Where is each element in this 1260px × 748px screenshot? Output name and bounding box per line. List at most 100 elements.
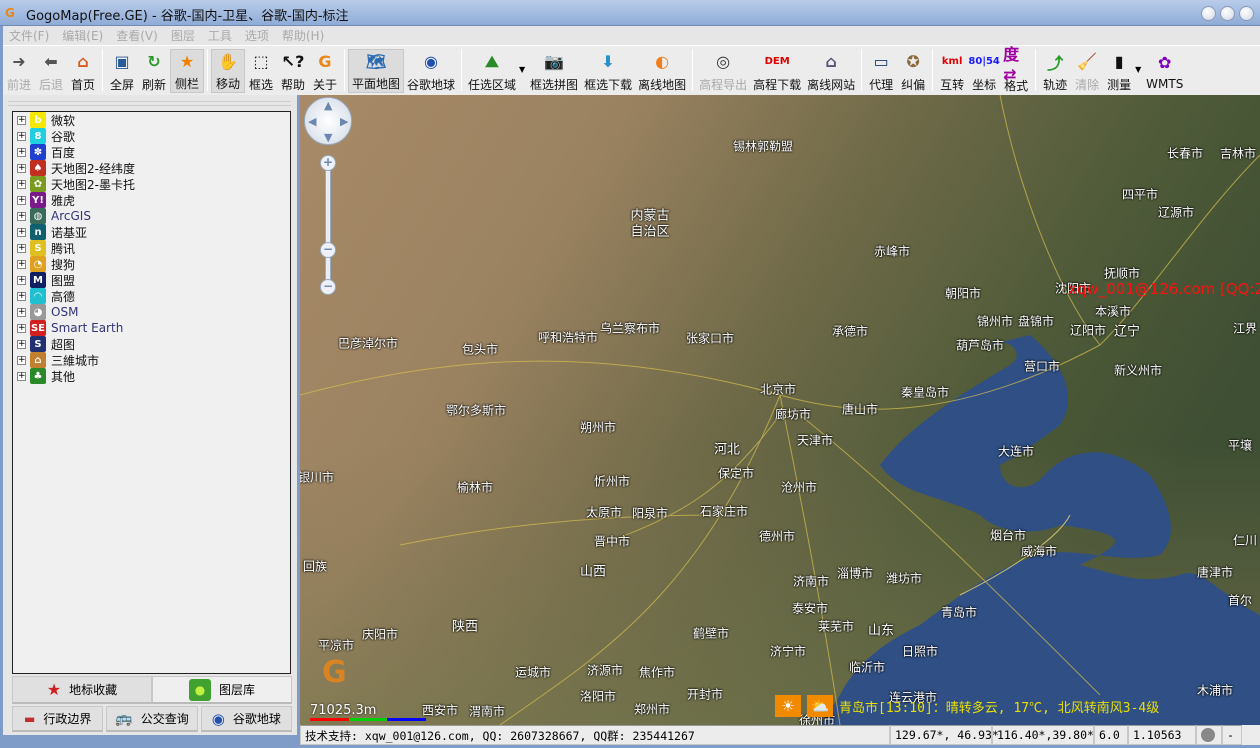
expand-icon[interactable]: + [17, 115, 26, 125]
tree-node[interactable]: + ♠ 天地图2-经纬度 [13, 160, 290, 176]
zoom-rail[interactable] [325, 165, 331, 285]
toolbar-button-28[interactable]: kml 互转 [936, 49, 968, 93]
expand-icon[interactable]: + [17, 259, 26, 269]
minimize-button[interactable] [1201, 6, 1216, 21]
toolbar-button-8[interactable]: ✋ 移动 [211, 49, 245, 93]
tree-node-label: 超图 [51, 337, 76, 352]
tree-node[interactable]: + ◠ 高德 [13, 288, 290, 304]
close-button[interactable] [1239, 6, 1254, 21]
menu-item[interactable]: 编辑(E) [56, 26, 110, 44]
tree-node[interactable]: + n 诺基亚 [13, 224, 290, 240]
dropdown-arrow-icon[interactable]: ▼ [1135, 65, 1143, 74]
menu-item[interactable]: 工具 [202, 26, 239, 44]
zoom-in-button[interactable]: + [320, 155, 336, 171]
toolbar-button-4[interactable]: ▣ 全屏 [106, 49, 138, 93]
pan-right-icon[interactable]: ▶ [340, 115, 348, 128]
toolbar-button-35[interactable]: ✿ WMTS [1143, 49, 1186, 93]
tab-admin-boundary[interactable]: ▬ 行政边界 [12, 706, 104, 732]
expand-icon[interactable]: + [17, 163, 26, 173]
tree-node[interactable]: + ⌂ 三維城市 [13, 352, 290, 368]
toolbar-button-34[interactable]: ▮ 测量 [1103, 49, 1135, 93]
sidebar-grip[interactable] [8, 101, 291, 106]
expand-icon[interactable]: + [17, 275, 26, 285]
tree-node[interactable]: + ◕ OSM [13, 304, 290, 320]
tab-bus-query[interactable]: 🚌 公交查询 [106, 706, 198, 732]
expand-icon[interactable]: + [17, 291, 26, 301]
toolbar-button-17[interactable]: 📷 框选拼图 [527, 49, 581, 93]
tree-node[interactable]: + ✿ 天地图2-墨卡托 [13, 176, 290, 192]
toolbar-button-22[interactable]: DEM 高程下载 [750, 49, 804, 93]
expand-icon[interactable]: + [17, 323, 26, 333]
pan-control[interactable]: ▲ ▼ ◀ ▶ [304, 97, 352, 145]
zoom-out-button[interactable]: − [320, 279, 336, 295]
expand-icon[interactable]: + [17, 227, 26, 237]
menu-item[interactable]: 图层 [165, 26, 202, 44]
toolbar-button-9[interactable]: ⬚ 框选 [245, 49, 277, 93]
toolbar-button-13[interactable]: 🗺 平面地图 [348, 49, 405, 93]
toolbar-button-10[interactable]: ↖? 帮助 [277, 49, 309, 93]
toolbar-button-30[interactable]: 度⇄ 格式 [1000, 45, 1032, 94]
expand-icon[interactable]: + [17, 243, 26, 253]
tree-node[interactable]: + M 图盟 [13, 272, 290, 288]
menu-item[interactable]: 选项 [239, 26, 276, 44]
toolbar-button-5[interactable]: ↻ 刷新 [138, 49, 170, 93]
tree-node[interactable]: + ♣ 其他 [13, 368, 290, 384]
tab-layers[interactable]: ● 图层库 [152, 676, 292, 704]
pan-left-icon[interactable]: ◀ [308, 115, 316, 128]
tree-node[interactable]: + S 腾讯 [13, 240, 290, 256]
expand-icon[interactable]: + [17, 355, 26, 365]
expand-icon[interactable]: + [17, 131, 26, 141]
tree-node[interactable]: + S 超图 [13, 336, 290, 352]
pan-up-icon[interactable]: ▲ [324, 99, 332, 112]
toolbar-button-26[interactable]: ✪ 纠偏 [897, 49, 929, 93]
expand-icon[interactable]: + [17, 211, 26, 221]
toolbar-button-29[interactable]: 80|54 坐标 [968, 49, 1000, 93]
city-label: 郑州市 [633, 702, 671, 717]
toolbar-button-25[interactable]: ▭ 代理 [865, 49, 897, 93]
tree-node[interactable]: + ✽ 百度 [13, 144, 290, 160]
maximize-button[interactable] [1220, 6, 1235, 21]
expand-icon[interactable]: + [17, 307, 26, 317]
city-label: 赤峰市 [873, 244, 911, 259]
map-view[interactable]: 锡林郭勒盟 内蒙古 自治区 赤峰市 长春市 吉林市 四平市 辽源市 抚顺市 沈阳市 本溪市 朝阳市 锦州… [300, 95, 1260, 725]
toolbar-button-2[interactable]: ⌂ 首页 [67, 49, 99, 93]
toolbar-button-23[interactable]: ⌂ 离线网站 [804, 49, 858, 93]
toolbar-button-32[interactable]: ⤴ 轨迹 [1039, 49, 1071, 93]
tree-node[interactable]: + ◍ ArcGIS [13, 208, 290, 224]
toolbar-button-21[interactable]: ◎ 高程导出 [696, 49, 750, 93]
expand-icon[interactable]: + [17, 371, 26, 381]
menu-item[interactable]: 帮助(H) [276, 26, 331, 44]
tree-node[interactable]: + b 微软 [13, 112, 290, 128]
expand-icon[interactable]: + [17, 147, 26, 157]
zoom-slider[interactable]: + − − [320, 155, 336, 295]
city-label: 秦皇岛市 [900, 385, 950, 400]
toolbar-button-18[interactable]: ⬇ 框选下载 [581, 49, 635, 93]
toolbar-button-6[interactable]: ★ 侧栏 [170, 49, 204, 93]
toolbar-button-0[interactable]: ➜ 前进 [3, 49, 35, 93]
pan-down-icon[interactable]: ▼ [324, 131, 332, 144]
expand-icon[interactable]: + [17, 195, 26, 205]
toolbar-button-33[interactable]: 🧹 清除 [1071, 49, 1103, 93]
toolbar-button-14[interactable]: ◉ 谷歌地球 [404, 49, 458, 93]
expand-icon[interactable]: + [17, 179, 26, 189]
toolbar-button-1[interactable]: ⬅ 后退 [35, 49, 67, 93]
menu-item[interactable]: 查看(V) [110, 26, 165, 44]
osm-icon: ◕ [30, 304, 46, 320]
city-label: 潍坊市 [885, 571, 923, 586]
menu-item[interactable]: 文件(F) [3, 26, 56, 44]
toolbar-button-19[interactable]: ◐ 离线地图 [635, 49, 689, 93]
zoom-handle[interactable]: − [320, 242, 336, 258]
city-label: 唐山市 [841, 402, 879, 417]
toolbar-button-16[interactable]: ⛰ 任选区域 [465, 49, 519, 93]
city-label: 呼和浩特市 [537, 330, 599, 345]
tree-node[interactable]: +8 谷歌 [13, 128, 290, 144]
tree-node[interactable]: + ◔ 搜狗 [13, 256, 290, 272]
tab-google-earth[interactable]: ◉ 谷歌地球 [200, 706, 292, 732]
tab-favorites[interactable]: ★ 地标收藏 [12, 676, 152, 704]
city-label: 回族 [302, 559, 328, 574]
tree-node[interactable]: + Y! 雅虎 [13, 192, 290, 208]
tree-node[interactable]: + SE Smart Earth [13, 320, 290, 336]
toolbar-button-11[interactable]: G 关于 [309, 49, 341, 93]
expand-icon[interactable]: + [17, 339, 26, 349]
dropdown-arrow-icon[interactable]: ▼ [519, 65, 527, 74]
